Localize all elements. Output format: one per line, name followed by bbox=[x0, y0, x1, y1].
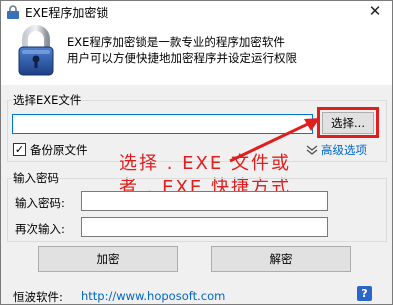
encrypt-button[interactable]: 加密 bbox=[38, 246, 178, 272]
confirm-password-label: 再次输入: bbox=[15, 222, 65, 236]
website-link[interactable]: http://www.hoposoft.com bbox=[81, 289, 225, 303]
advanced-options-link[interactable]: 高级选项 bbox=[321, 142, 367, 158]
header-banner: EXE程序加密锁是一款专业的程序加密软件 用户可以方便快捷地加密程序并设定运行权… bbox=[1, 23, 392, 85]
company-label: 恒波软件: bbox=[13, 290, 63, 304]
app-lock-icon bbox=[7, 5, 19, 19]
decrypt-button[interactable]: 解密 bbox=[211, 246, 351, 272]
browse-button[interactable]: 选择... bbox=[322, 112, 374, 134]
padlock-icon bbox=[18, 25, 54, 76]
description-line-1: EXE程序加密锁是一款专业的程序加密软件 bbox=[67, 35, 285, 49]
backup-checkbox[interactable]: ✓ bbox=[13, 143, 26, 156]
window-title: EXE程序加密锁 bbox=[25, 6, 109, 20]
description-line-2: 用户可以方便快捷地加密程序并设定运行权限 bbox=[67, 51, 297, 65]
title-bar: EXE程序加密锁 ✕ bbox=[1, 1, 392, 23]
app-window: EXE程序加密锁 ✕ EXE程序加密锁是一款专业的程序加密软件 用户可以方便快捷… bbox=[0, 0, 393, 305]
password-field[interactable] bbox=[81, 191, 328, 211]
help-icon[interactable]: ? bbox=[357, 286, 372, 301]
close-icon: ✕ bbox=[368, 2, 382, 20]
backup-checkbox-label: 备份原文件 bbox=[30, 143, 88, 157]
password-group-title: 输入密码 bbox=[12, 171, 60, 185]
confirm-password-field[interactable] bbox=[81, 217, 328, 237]
annotation-line-1: 选择 . EXE 文件或 bbox=[119, 153, 291, 174]
select-file-group-title: 选择EXE文件 bbox=[12, 93, 83, 107]
close-button[interactable]: ✕ bbox=[358, 1, 392, 23]
password-label: 输入密码: bbox=[15, 196, 65, 210]
